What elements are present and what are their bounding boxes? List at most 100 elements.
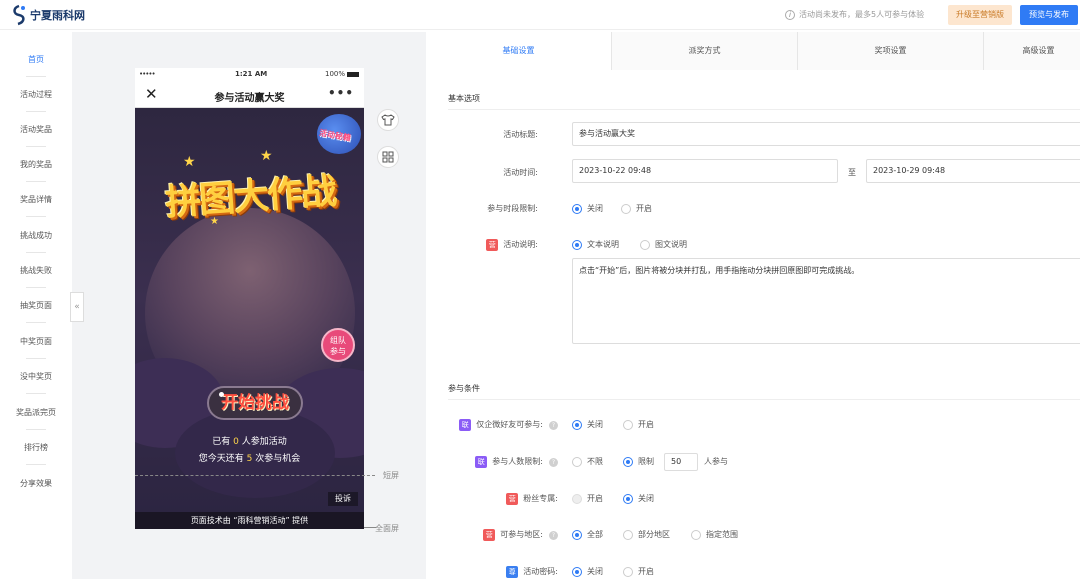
settings-tabs: 基础设置 派奖方式 奖项设置 高级设置 (426, 32, 1080, 70)
nav-item-home[interactable]: 首页 (0, 54, 72, 65)
full-screen-label: 全面屏 (375, 524, 399, 533)
nav-divider (26, 429, 46, 430)
desc-image-radio[interactable]: 图文说明 (640, 239, 687, 250)
password-off-radio[interactable]: 关闭 (572, 566, 603, 577)
upgrade-button[interactable]: 升级至营销版 (948, 5, 1012, 25)
nav-item-prizes[interactable]: 活动奖品 (0, 124, 72, 135)
nav-item-leaderboard[interactable]: 排行榜 (0, 442, 72, 453)
end-time-input[interactable]: 2023-10-29 09:48 (866, 159, 1080, 183)
activity-title-input[interactable]: 参与活动赢大奖 (572, 122, 1080, 146)
radio-checked-icon (572, 419, 582, 430)
nav-divider (26, 146, 46, 147)
participant-limit-label: 联参与人数限制:? (448, 456, 558, 468)
region-label: 营可参与地区:? (448, 529, 558, 541)
shirt-icon[interactable] (377, 109, 399, 131)
layout-grid-icon[interactable] (377, 146, 399, 168)
short-screen-guide (135, 475, 375, 476)
password-on-radio[interactable]: 开启 (623, 566, 654, 577)
nav-item-win[interactable]: 中奖页面 (0, 336, 72, 347)
fans-off-radio[interactable]: 关闭 (623, 493, 654, 504)
radio-unchecked-icon (623, 529, 633, 540)
radio-label: 图文说明 (655, 240, 687, 249)
marketing-tag-icon: 营 (486, 239, 499, 251)
radio-label: 关闭 (587, 204, 603, 213)
tab-advanced[interactable]: 高级设置 (984, 32, 1080, 70)
nav-item-process[interactable]: 活动过程 (0, 89, 72, 100)
chance-suffix: 次参与机会 (252, 454, 301, 464)
description-textarea[interactable]: 点击“开始”后，图片将被分块并打乱，用手指拖动分块拼回原图即可完成挑战。 (572, 258, 1080, 344)
nav-divider (26, 181, 46, 182)
radio-label: 部分地区 (638, 530, 670, 539)
tab-prize-settings[interactable]: 奖项设置 (798, 32, 984, 70)
radio-checked-icon (572, 203, 582, 214)
logo-text: 宁夏雨科网 (30, 9, 85, 22)
region-all-radio[interactable]: 全部 (572, 529, 603, 540)
start-challenge-button[interactable]: 开始挑战 (207, 386, 303, 420)
radio-disabled-icon (572, 493, 582, 504)
desc-text-radio[interactable]: 文本说明 (572, 239, 619, 250)
participant-limit-input[interactable]: 50 (664, 453, 698, 471)
participants-count: 已有 0 人参加活动 (135, 434, 364, 447)
start-time-input[interactable]: 2023-10-22 09:48 (572, 159, 838, 183)
info-icon: i (785, 9, 795, 20)
period-off-radio[interactable]: 关闭 (572, 203, 603, 214)
preview-publish-button[interactable]: 预览与发布 (1020, 5, 1078, 25)
nav-item-share[interactable]: 分享效果 (0, 478, 72, 489)
team-join-button[interactable]: 组队 参与 (321, 328, 355, 362)
description-label: 营活动说明: (466, 239, 538, 251)
logo[interactable]: 宁夏雨科网 (10, 4, 85, 26)
remaining-chances: 您今天还有 5 次参与机会 (135, 451, 364, 464)
report-button[interactable]: 投诉 (328, 492, 358, 506)
region-custom-radio[interactable]: 指定范围 (691, 529, 738, 540)
nav-item-lottery[interactable]: 抽奖页面 (0, 300, 72, 311)
limit-on-radio[interactable]: 限制 (623, 456, 654, 467)
collapse-sidebar-button[interactable]: « (70, 292, 84, 322)
region-label-text: 可参与地区: (500, 530, 543, 539)
nav-divider (26, 358, 46, 359)
radio-unchecked-icon (572, 456, 582, 467)
premium-tag-icon: 尊 (506, 566, 519, 578)
radio-label: 全部 (587, 530, 603, 539)
nav-item-challenge-fail[interactable]: 挑战失败 (0, 265, 72, 276)
chance-prefix: 您今天还有 (198, 454, 247, 464)
radio-label: 关闭 (587, 567, 603, 576)
nav-item-prize-detail[interactable]: 奖品详情 (0, 194, 72, 205)
wecom-off-radio[interactable]: 关闭 (572, 419, 603, 430)
nav-divider (26, 216, 46, 217)
help-icon[interactable]: ? (549, 531, 558, 540)
wecom-on-radio[interactable]: 开启 (623, 419, 654, 430)
fans-only-label: 营粉丝专属: (448, 493, 558, 505)
signal-icon: ••••• (139, 70, 156, 78)
team-line2: 参与 (330, 347, 346, 356)
tab-basic[interactable]: 基础设置 (426, 32, 612, 70)
nav-divider (26, 322, 46, 323)
nav-item-challenge-success[interactable]: 挑战成功 (0, 230, 72, 241)
page-nav-sidebar: 首页 活动过程 活动奖品 我的奖品 奖品详情 挑战成功 挑战失败 抽奖页面 中奖… (0, 32, 72, 579)
radio-label: 关闭 (587, 420, 603, 429)
section-title-basic: 基本选项 (448, 94, 480, 103)
radio-label: 文本说明 (587, 240, 619, 249)
phone-status-bar: ••••• 1:21 AM 100% (135, 68, 364, 82)
radio-label: 开启 (638, 420, 654, 429)
nav-item-no-win[interactable]: 没中奖页 (0, 371, 72, 382)
star-icon: ★ (183, 154, 196, 170)
star-icon: ★ (260, 148, 273, 164)
fans-on-radio[interactable]: 开启 (572, 493, 603, 504)
radio-unchecked-icon (691, 529, 701, 540)
limit-none-radio[interactable]: 不限 (572, 456, 603, 467)
radio-unchecked-icon (640, 239, 650, 250)
nav-item-my-prizes[interactable]: 我的奖品 (0, 159, 72, 170)
help-icon[interactable]: ? (549, 421, 558, 430)
link-tag-icon: 联 (475, 456, 488, 468)
period-on-radio[interactable]: 开启 (621, 203, 652, 214)
more-icon[interactable]: ••• (328, 86, 354, 100)
tab-award-method[interactable]: 派奖方式 (612, 32, 798, 70)
region-partial-radio[interactable]: 部分地区 (623, 529, 670, 540)
nav-item-prizes-gone[interactable]: 奖品派完页 (0, 407, 72, 418)
notice-text: 活动尚未发布，最多5人可参与体验 (799, 10, 925, 19)
radio-label: 限制 (638, 457, 654, 466)
help-icon[interactable]: ? (549, 458, 558, 467)
description-label-text: 活动说明: (503, 240, 538, 249)
battery-status: 100% (325, 70, 360, 78)
join-prefix: 已有 (212, 437, 234, 447)
